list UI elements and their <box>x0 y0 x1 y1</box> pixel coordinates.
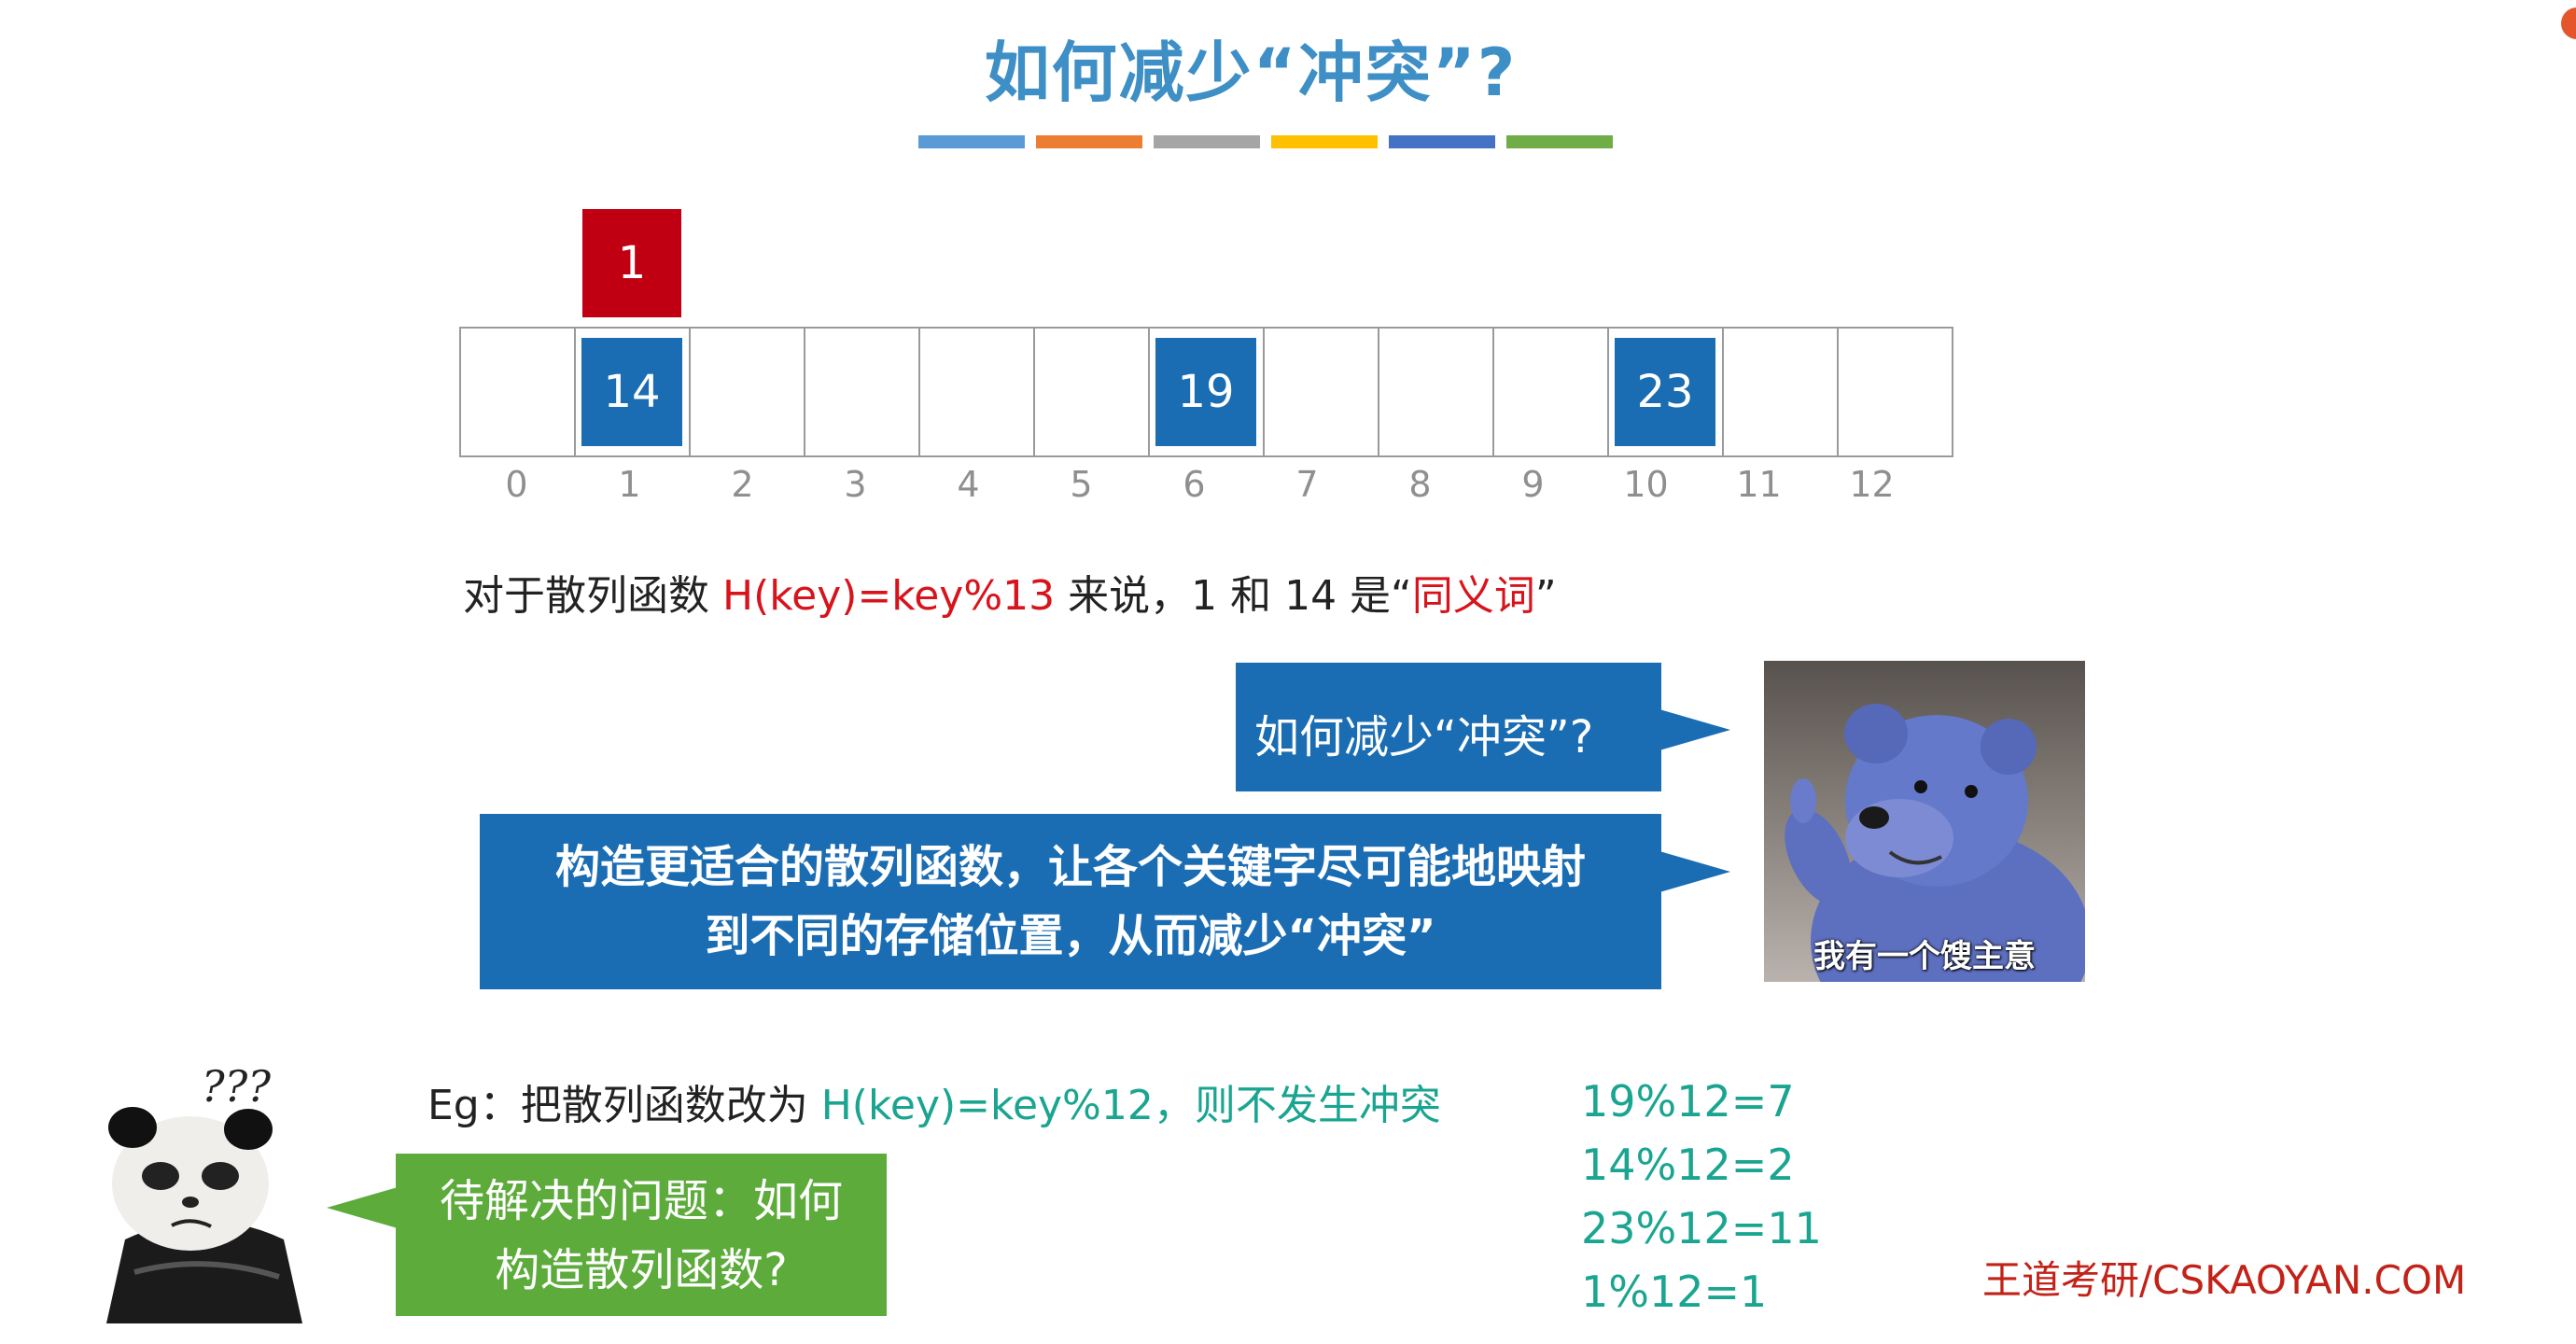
calc-line: 23%12=11 <box>1581 1203 1822 1253</box>
example-highlight: H(key)=key%12，则不发生冲突 <box>820 1082 1441 1129</box>
collision-key-box: 1 <box>582 209 681 317</box>
color-segment <box>918 135 1025 148</box>
hash-cell-10: 23 <box>1607 327 1724 457</box>
corner-indicator[interactable] <box>2561 7 2576 39</box>
color-segment <box>1154 135 1260 148</box>
pending-question-bubble: 待解决的问题：如何 构造散列函数? <box>327 1154 887 1316</box>
answer-bubble: 构造更适合的散列函数，让各个关键字尽可能地映射 到不同的存储位置，从而减少“冲突… <box>480 814 1730 989</box>
sentence-prefix: 对于散列函数 <box>463 572 722 620</box>
calc-line: 14%12=2 <box>1581 1140 1795 1190</box>
index-label: 3 <box>844 464 867 505</box>
color-segment <box>1271 135 1378 148</box>
modulo-calculations: 19%12=7 14%12=2 23%12=11 1%12=1 <box>1581 1070 1822 1323</box>
hash-cell-12 <box>1837 327 1953 457</box>
index-label: 7 <box>1295 464 1319 505</box>
footer-brand: 王道考研/CSKAOYAN.COM <box>1982 1257 2467 1303</box>
panda-face-icon: ??? <box>106 1061 302 1323</box>
index-label: 5 <box>1070 464 1093 505</box>
color-segment <box>1036 135 1142 148</box>
question-text: 如何减少“冲突”? <box>1254 711 1594 763</box>
answer-line-1: 构造更适合的散列函数，让各个关键字尽可能地映射 <box>554 841 1586 893</box>
cell-value: 23 <box>1615 338 1715 446</box>
hash-cell-7 <box>1263 327 1379 457</box>
calc-line: 19%12=7 <box>1581 1076 1795 1127</box>
cell-value: 19 <box>1155 338 1256 446</box>
index-label: 2 <box>731 464 754 505</box>
index-label: 0 <box>505 464 528 505</box>
page-title: 如何减少“冲突”? <box>984 35 1518 111</box>
index-label: 1 <box>618 464 641 505</box>
example-prefix: Eg：把散列函数改为 <box>427 1082 821 1129</box>
hash-cell-4 <box>918 327 1035 457</box>
hash-cell-3 <box>804 327 920 457</box>
hash-cell-5 <box>1033 327 1150 457</box>
bear-meme-image: 我有一个馊主意 <box>1764 661 2085 982</box>
sentence-suffix: ” <box>1534 572 1557 620</box>
answer-line-2: 到不同的存储位置，从而减少“冲突” <box>705 910 1436 962</box>
calc-line: 1%12=1 <box>1581 1267 1768 1317</box>
index-labels: 0 1 2 3 4 5 6 7 8 9 10 11 12 <box>459 464 1927 505</box>
question-bubble: 如何减少“冲突”? <box>1236 663 1730 791</box>
index-label: 12 <box>1849 464 1895 505</box>
bubble-tail <box>1659 709 1730 750</box>
index-label: 4 <box>957 464 980 505</box>
hash-cell-9 <box>1492 327 1609 457</box>
hash-table: 14 19 23 <box>459 327 1953 457</box>
index-label: 11 <box>1736 464 1782 505</box>
example-line: Eg：把散列函数改为 H(key)=key%12，则不发生冲突 <box>427 1071 1441 1131</box>
index-label: 6 <box>1183 464 1206 505</box>
synonym-term: 同义词 <box>1411 572 1535 620</box>
index-label: 10 <box>1623 464 1669 505</box>
color-segment <box>1506 135 1613 148</box>
cell-value: 14 <box>581 338 682 446</box>
title-color-bar <box>918 135 1613 148</box>
bubble-tail <box>1659 851 1730 892</box>
hash-cell-0 <box>459 327 576 457</box>
hash-function-text: H(key)=key%13 <box>722 572 1056 620</box>
pending-line-2: 构造散列函数? <box>495 1244 788 1296</box>
index-label: 8 <box>1408 464 1432 505</box>
hash-cell-2 <box>689 327 805 457</box>
panda-meme-image: ??? <box>97 1053 312 1323</box>
color-segment <box>1389 135 1495 148</box>
pending-line-1: 待解决的问题：如何 <box>439 1175 843 1227</box>
explanation-sentence: 对于散列函数 H(key)=key%13 来说，1 和 14 是“同义词” <box>463 562 1557 622</box>
hash-cell-8 <box>1378 327 1494 457</box>
bubble-tail <box>327 1187 398 1228</box>
hash-cell-1: 14 <box>574 327 691 457</box>
index-label: 9 <box>1521 464 1545 505</box>
hash-cell-6: 19 <box>1148 327 1265 457</box>
bear-caption: 我有一个馊主意 <box>1813 938 2036 975</box>
sentence-middle: 来说，1 和 14 是“ <box>1055 572 1412 620</box>
hash-cell-11 <box>1722 327 1839 457</box>
panda-question-marks: ??? <box>202 1061 271 1112</box>
slide: 如何减少“冲突”? 1 14 19 23 0 1 2 3 4 5 6 7 8 9… <box>0 0 2576 1344</box>
